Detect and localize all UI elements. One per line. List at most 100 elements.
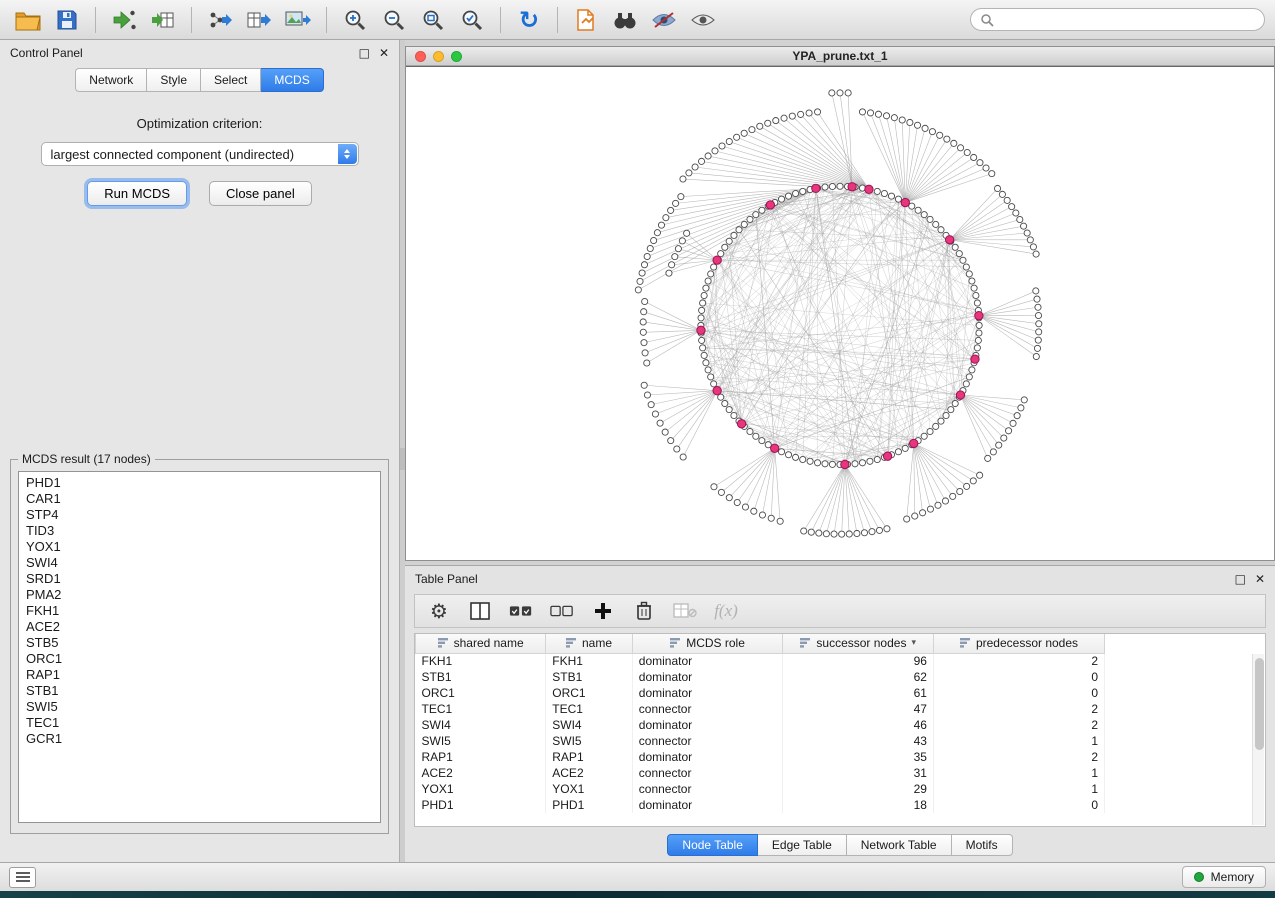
table-cell[interactable]: RAP1 — [416, 749, 546, 765]
hide-selected-button[interactable] — [646, 4, 682, 36]
table-cell[interactable]: 35 — [783, 749, 934, 765]
close-panel-button[interactable]: Close panel — [209, 181, 312, 206]
table-cell[interactable]: 2 — [933, 701, 1104, 717]
network-canvas[interactable] — [406, 66, 1274, 560]
memory-button[interactable]: Memory — [1182, 866, 1266, 888]
mcds-result-item[interactable]: STP4 — [26, 507, 373, 523]
table-cell[interactable]: dominator — [632, 653, 783, 669]
table-cell[interactable]: SWI4 — [546, 717, 633, 733]
table-cell[interactable]: SWI4 — [416, 717, 546, 733]
table-cell[interactable]: connector — [632, 701, 783, 717]
splitter-handle-icon[interactable] — [400, 448, 405, 470]
table-scrollbar-thumb[interactable] — [1255, 658, 1264, 750]
tab-mcds[interactable]: MCDS — [261, 68, 323, 92]
tab-style[interactable]: Style — [147, 68, 201, 92]
run-mcds-button[interactable]: Run MCDS — [87, 181, 187, 206]
zoom-out-button[interactable] — [376, 4, 412, 36]
mcds-result-item[interactable]: GCR1 — [26, 731, 373, 747]
float-panel-icon[interactable]: □ — [1235, 572, 1246, 586]
mcds-result-item[interactable]: TID3 — [26, 523, 373, 539]
mcds-result-item[interactable]: PMA2 — [26, 587, 373, 603]
table-cell[interactable]: FKH1 — [416, 653, 546, 669]
table-cell[interactable]: PHD1 — [416, 797, 546, 813]
table-row[interactable]: YOX1YOX1connector291 — [416, 781, 1105, 797]
table-cell[interactable]: 43 — [783, 733, 934, 749]
column-header-successor-nodes[interactable]: successor nodes▾ — [783, 634, 934, 653]
table-cell[interactable]: PHD1 — [546, 797, 633, 813]
export-network-button[interactable] — [202, 4, 238, 36]
table-cell[interactable]: dominator — [632, 797, 783, 813]
close-panel-icon[interactable]: ✕ — [379, 46, 389, 60]
mcds-result-item[interactable]: SWI4 — [26, 555, 373, 571]
table-cell[interactable]: 1 — [933, 733, 1104, 749]
mcds-result-item[interactable]: ACE2 — [26, 619, 373, 635]
table-cell[interactable]: YOX1 — [416, 781, 546, 797]
table-settings-button[interactable]: ⚙ — [427, 599, 451, 623]
table-cell[interactable]: STB1 — [416, 669, 546, 685]
mcds-result-list[interactable]: PHD1CAR1STP4TID3YOX1SWI4SRD1PMA2FKH1ACE2… — [18, 471, 381, 823]
tab-edge-table[interactable]: Edge Table — [758, 834, 847, 856]
show-all-button[interactable] — [685, 4, 721, 36]
table-row[interactable]: SWI4SWI4dominator462 — [416, 717, 1105, 733]
column-header-predecessor-nodes[interactable]: predecessor nodes — [933, 634, 1104, 653]
mcds-result-item[interactable]: PHD1 — [26, 475, 373, 491]
mcds-result-item[interactable]: TEC1 — [26, 715, 373, 731]
table-cell[interactable]: 29 — [783, 781, 934, 797]
import-network-button[interactable] — [106, 4, 142, 36]
table-cell[interactable]: SWI5 — [546, 733, 633, 749]
table-cell[interactable]: RAP1 — [546, 749, 633, 765]
table-cell[interactable]: 61 — [783, 685, 934, 701]
tab-network-table[interactable]: Network Table — [847, 834, 952, 856]
mcds-result-item[interactable]: YOX1 — [26, 539, 373, 555]
table-cell[interactable]: YOX1 — [546, 781, 633, 797]
open-file-button[interactable] — [10, 4, 46, 36]
table-row[interactable]: RAP1RAP1dominator352 — [416, 749, 1105, 765]
first-neighbors-button[interactable] — [607, 4, 643, 36]
table-cell[interactable]: connector — [632, 765, 783, 781]
criterion-dropdown[interactable]: largest connected component (undirected) — [41, 142, 359, 166]
export-table-button[interactable] — [241, 4, 277, 36]
table-cell[interactable]: ORC1 — [546, 685, 633, 701]
table-cell[interactable]: 18 — [783, 797, 934, 813]
maximize-window-icon[interactable] — [451, 51, 462, 62]
table-cell[interactable]: 47 — [783, 701, 934, 717]
minimize-window-icon[interactable] — [433, 51, 444, 62]
table-cell[interactable]: 0 — [933, 797, 1104, 813]
create-column-button[interactable] — [591, 599, 615, 623]
tab-select[interactable]: Select — [201, 68, 261, 92]
mcds-result-item[interactable]: SRD1 — [26, 571, 373, 587]
table-cell[interactable]: FKH1 — [546, 653, 633, 669]
mcds-result-item[interactable]: CAR1 — [26, 491, 373, 507]
deselect-all-columns-button[interactable] — [550, 599, 574, 623]
table-cell[interactable]: ACE2 — [546, 765, 633, 781]
table-cell[interactable]: STB1 — [546, 669, 633, 685]
table-cell[interactable]: 1 — [933, 781, 1104, 797]
search-input[interactable] — [1000, 13, 1255, 27]
table-cell[interactable]: 0 — [933, 669, 1104, 685]
tab-network[interactable]: Network — [75, 68, 147, 92]
export-image-button[interactable] — [280, 4, 316, 36]
mcds-result-item[interactable]: RAP1 — [26, 667, 373, 683]
table-cell[interactable]: SWI5 — [416, 733, 546, 749]
mcds-result-item[interactable]: SWI5 — [26, 699, 373, 715]
mcds-result-item[interactable]: FKH1 — [26, 603, 373, 619]
table-scrollbar[interactable] — [1252, 654, 1264, 825]
table-cell[interactable]: 1 — [933, 765, 1104, 781]
table-cell[interactable]: dominator — [632, 685, 783, 701]
table-cell[interactable]: 96 — [783, 653, 934, 669]
table-row[interactable]: SWI5SWI5connector431 — [416, 733, 1105, 749]
mcds-result-item[interactable]: ORC1 — [26, 651, 373, 667]
network-window-titlebar[interactable]: YPA_prune.txt_1 — [406, 47, 1274, 66]
table-cell[interactable]: connector — [632, 781, 783, 797]
table-row[interactable]: ACE2ACE2connector311 — [416, 765, 1105, 781]
show-columns-button[interactable] — [468, 599, 492, 623]
table-row[interactable]: STB1STB1dominator620 — [416, 669, 1105, 685]
mcds-result-item[interactable]: STB1 — [26, 683, 373, 699]
save-session-button[interactable] — [49, 4, 85, 36]
table-cell[interactable]: 46 — [783, 717, 934, 733]
select-all-columns-button[interactable] — [509, 599, 533, 623]
table-row[interactable]: PHD1PHD1dominator180 — [416, 797, 1105, 813]
column-header-name[interactable]: name — [546, 634, 633, 653]
zoom-in-button[interactable] — [337, 4, 373, 36]
close-window-icon[interactable] — [415, 51, 426, 62]
